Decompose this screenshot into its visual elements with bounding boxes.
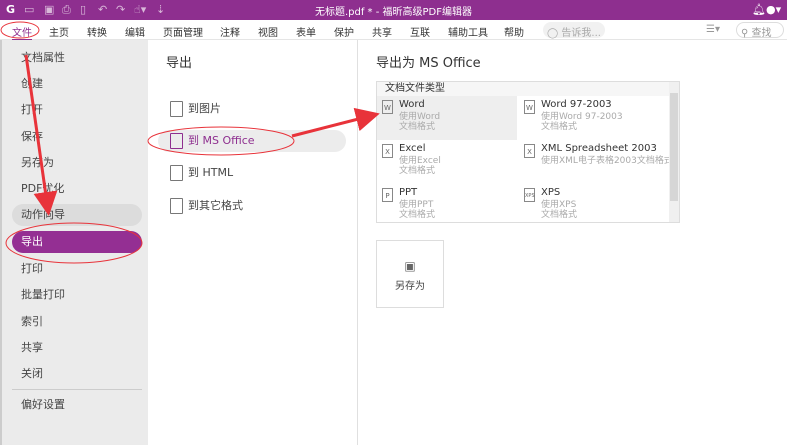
sidebar-item-open[interactable]: 打开 <box>12 99 142 121</box>
sidebar-item-optimize[interactable]: PDF优化 <box>12 178 142 200</box>
format-panel: 导出为 MS Office 文档文件类型 W Word 使用Word 文档格式 W Wo… <box>358 40 787 445</box>
menu-comment[interactable]: 注释 <box>220 24 240 39</box>
menu-connect[interactable]: 互联 <box>410 24 430 39</box>
menu-bar: 文件 主页 转换 编辑 页面管理 注释 视图 表单 保护 共享 互联 辅助工具 … <box>0 20 787 41</box>
export-panel: 导出 到图片 到 MS Office 到 HTML 到其它格式 <box>148 40 358 445</box>
divider <box>12 389 142 390</box>
scrollbar[interactable] <box>669 82 679 222</box>
sidebar-item-save[interactable]: 保存 <box>12 126 142 148</box>
office-file-icon <box>170 133 183 149</box>
export-to-ms-office[interactable]: 到 MS Office <box>158 130 346 152</box>
format-list: 文档文件类型 W Word 使用Word 文档格式 W Word 97-2003 使用Wo… <box>376 81 680 223</box>
menu-edit[interactable]: 编辑 <box>125 24 145 39</box>
bell-icon[interactable]: 🔔︎ <box>752 3 766 16</box>
tell-me-input[interactable]: ◯ 告诉我... <box>543 22 605 39</box>
scrollbar-thumb[interactable] <box>670 93 678 201</box>
menu-form[interactable]: 表单 <box>296 24 316 39</box>
menu-home[interactable]: 主页 <box>49 24 69 39</box>
file-sidebar: 文档属性 创建 打开 保存 另存为 PDF优化 动作向导 导出 打印 批量打印 … <box>0 40 148 445</box>
format-excel[interactable]: X Excel 使用Excel 文档格式 <box>377 140 517 184</box>
other-file-icon <box>170 198 183 214</box>
format-xps[interactable]: XPS XPS 使用XPS 文档格式 <box>519 184 659 228</box>
sidebar-item-create[interactable]: 创建 <box>12 73 142 95</box>
menu-convert[interactable]: 转换 <box>87 24 107 39</box>
image-file-icon <box>170 101 183 117</box>
menu-page-manage[interactable]: 页面管理 <box>163 24 203 39</box>
format-xml-spreadsheet[interactable]: X XML Spreadsheet 2003 使用XML电子表格2003文档格式 <box>519 140 673 184</box>
save-icon: ▣ <box>404 259 416 273</box>
export-to-other[interactable]: 到其它格式 <box>158 195 346 217</box>
menu-file[interactable]: 文件 <box>12 24 32 41</box>
sidebar-item-save-as[interactable]: 另存为 <box>12 152 142 174</box>
window-title: 无标题.pdf * - 福昕高级PDF编辑器 <box>314 7 473 18</box>
menu-help[interactable]: 帮助 <box>504 24 524 39</box>
sidebar-item-close[interactable]: 关闭 <box>12 363 142 385</box>
search-icon: ⚲ <box>741 28 749 39</box>
sidebar-item-print[interactable]: 打印 <box>12 258 142 280</box>
excel-file-icon: X <box>382 144 393 158</box>
excel-file-icon: X <box>524 144 535 158</box>
format-word-97[interactable]: W Word 97-2003 使用Word 97-2003 文档格式 <box>519 96 659 140</box>
ppt-file-icon: P <box>382 188 393 202</box>
save-as-button[interactable]: ▣ 另存为 <box>376 240 444 308</box>
sidebar-item-index[interactable]: 索引 <box>12 311 142 333</box>
sidebar-item-share[interactable]: 共享 <box>12 337 142 359</box>
title-bar: G ▭ ▣ ⎙ ▯ ↶ ↷ ☝▾ ⇣ 无标题.pdf * - 福昕高级PDF编辑… <box>0 0 787 20</box>
panel-title: 导出 <box>166 56 193 71</box>
sidebar-item-preferences[interactable]: 偏好设置 <box>12 394 142 416</box>
sidebar-item-properties[interactable]: 文档属性 <box>12 47 142 69</box>
export-to-html[interactable]: 到 HTML <box>158 162 346 184</box>
menu-tools[interactable]: 辅助工具 <box>448 24 488 39</box>
word-file-icon: W <box>524 100 535 114</box>
lightbulb-icon: ◯ <box>547 28 559 39</box>
group-header: 文档文件类型 <box>377 82 679 96</box>
sidebar-item-batch-print[interactable]: 批量打印 <box>12 284 142 306</box>
format-word[interactable]: W Word 使用Word 文档格式 <box>377 96 517 140</box>
format-title: 导出为 MS Office <box>376 56 481 71</box>
layout-icon[interactable]: ☰▾ <box>706 24 720 35</box>
xps-file-icon: XPS <box>524 188 535 202</box>
export-to-image[interactable]: 到图片 <box>158 98 346 120</box>
find-input[interactable]: ⚲ 查找 <box>736 22 784 39</box>
sidebar-item-action-wizard[interactable]: 动作向导 <box>12 204 142 226</box>
format-ppt[interactable]: P PPT 使用PPT 文档格式 <box>377 184 517 228</box>
menu-share[interactable]: 共享 <box>372 24 392 39</box>
sidebar-item-export[interactable]: 导出 <box>12 231 142 253</box>
word-file-icon: W <box>382 100 393 114</box>
menu-protect[interactable]: 保护 <box>334 24 354 39</box>
menu-view[interactable]: 视图 <box>258 24 278 39</box>
html-file-icon <box>170 165 183 181</box>
user-icon[interactable]: ●▾ <box>766 3 781 16</box>
